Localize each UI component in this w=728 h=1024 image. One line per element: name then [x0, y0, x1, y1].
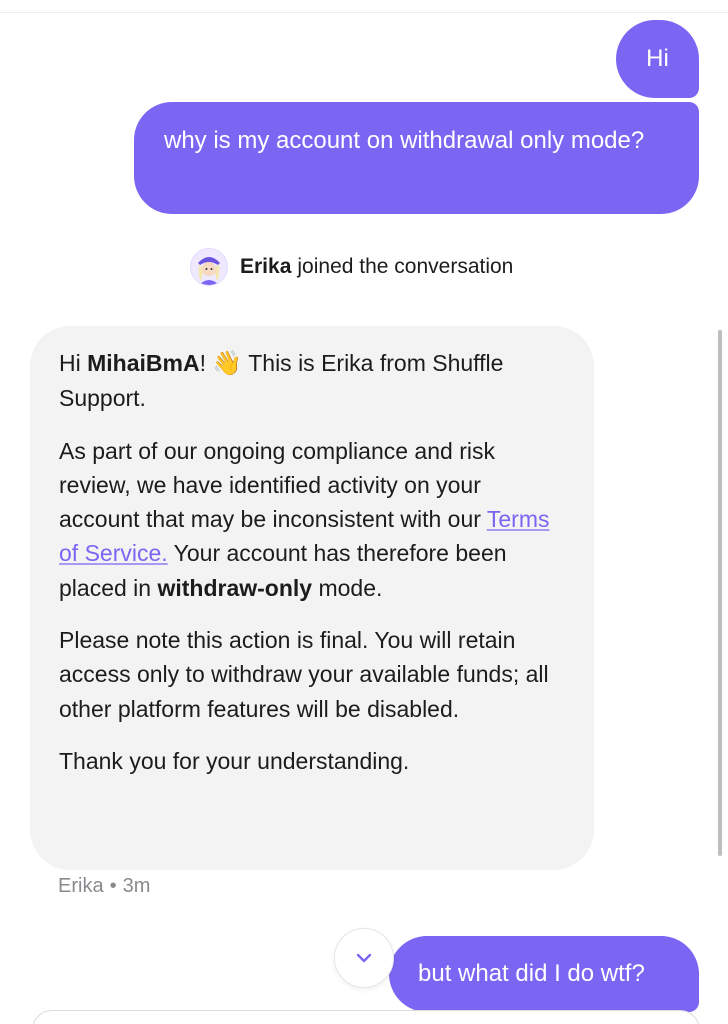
user-message-bubble: but what did I do wtf? — [389, 936, 699, 1012]
header-divider — [0, 12, 728, 13]
meta-author: Erika — [58, 875, 104, 897]
agent-text: Hi — [59, 350, 88, 376]
avatar — [190, 248, 228, 286]
user-message-text: Hi — [646, 45, 669, 72]
scroll-to-bottom-button[interactable] — [334, 928, 394, 988]
meta-time: 3m — [122, 875, 151, 897]
agent-text: ! — [199, 350, 206, 376]
agent-paragraph: Hi MihaiBmA! 👋 This is Erika from Shuffl… — [59, 346, 566, 416]
avatar-icon — [191, 249, 227, 285]
waving-hand-icon: 👋 — [212, 350, 243, 377]
user-message-bubble: Hi — [616, 20, 699, 98]
agent-text: mode. — [312, 574, 383, 601]
user-message-text: why is my account on withdrawal only mod… — [164, 127, 645, 154]
username: MihaiBmA — [87, 350, 200, 376]
scrollbar[interactable] — [718, 330, 722, 856]
agent-name: Erika — [240, 255, 292, 278]
agent-paragraph: Please note this action is final. You wi… — [59, 627, 549, 722]
message-input[interactable] — [32, 1010, 700, 1024]
agent-paragraph: Thank you for your understanding. — [59, 747, 410, 774]
user-message-bubble: why is my account on withdrawal only mod… — [134, 102, 699, 214]
agent-paragraph: As part of our ongoing compliance and ri… — [59, 434, 566, 605]
chevron-down-icon — [356, 953, 372, 963]
user-message-text: but what did I do wtf? — [418, 960, 645, 987]
withdraw-only-text: withdraw-only — [157, 574, 313, 601]
join-notice: Erika joined the conversation — [190, 247, 513, 287]
message-meta: Erika • 3m — [58, 875, 150, 898]
agent-text: As part of our ongoing compliance and ri… — [59, 437, 495, 533]
agent-message-bubble: Hi MihaiBmA! 👋 This is Erika from Shuffl… — [30, 326, 594, 870]
join-text: joined the conversation — [297, 255, 514, 278]
meta-separator: • — [109, 875, 117, 897]
